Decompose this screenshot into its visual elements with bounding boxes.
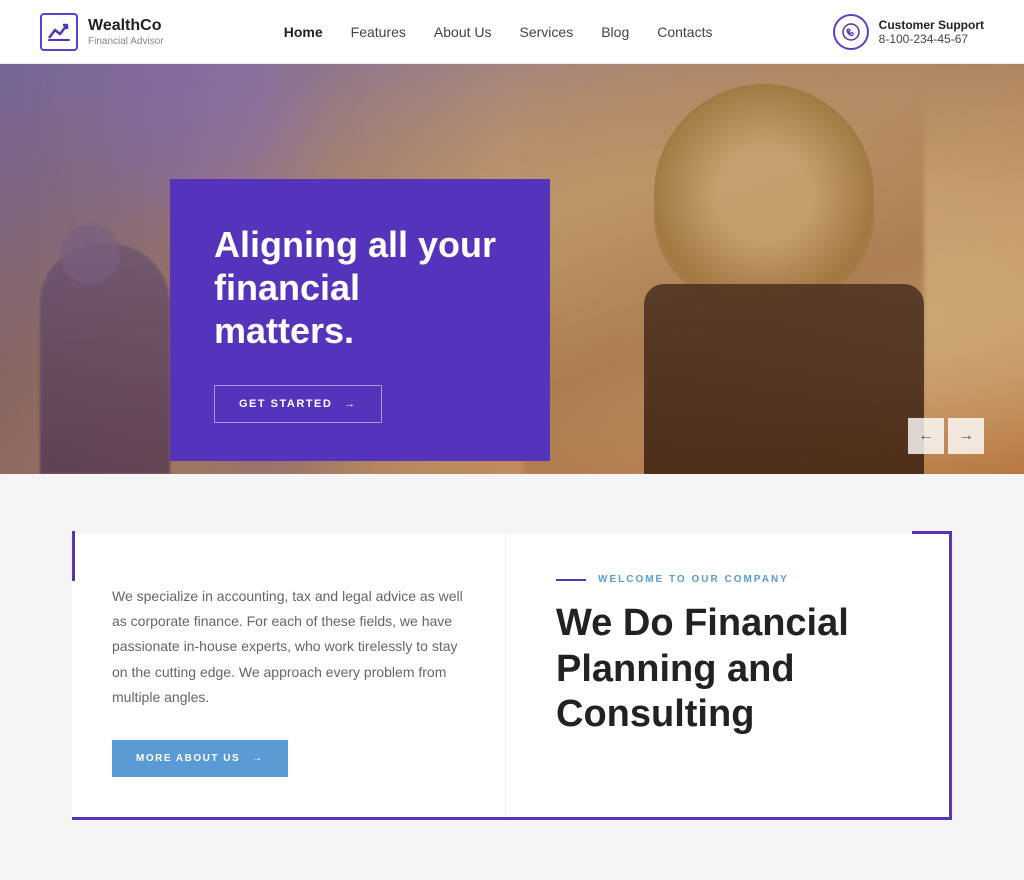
logo-icon — [40, 13, 78, 51]
nav-item-features[interactable]: Features — [351, 24, 406, 40]
hero-nav-buttons: ← → — [908, 418, 984, 454]
get-started-label: GET STARTED — [239, 398, 332, 410]
nav-item-blog[interactable]: Blog — [601, 24, 629, 40]
hero-card: Aligning all your financial matters. GET… — [170, 179, 550, 461]
hero-prev-button[interactable]: ← — [908, 418, 944, 454]
more-about-us-label: MORE ABOUT US — [136, 753, 240, 764]
phone-icon — [833, 14, 869, 50]
content-right: WELCOME TO OUR COMPANY We Do Financial P… — [506, 534, 949, 817]
main-nav: Home Features About Us Services Blog Con… — [284, 24, 713, 40]
brand-tagline: Financial Advisor — [88, 36, 164, 47]
face-right — [654, 84, 874, 304]
head-left — [60, 224, 120, 284]
body-right — [644, 284, 924, 474]
header: WealthCo Financial Advisor Home Features… — [0, 0, 1024, 64]
nav-item-contacts[interactable]: Contacts — [657, 24, 712, 40]
support-phone: 8-100-234-45-67 — [879, 32, 984, 46]
welcome-text: WELCOME TO OUR COMPANY — [598, 574, 789, 585]
get-started-button[interactable]: GET STARTED → — [214, 385, 382, 423]
welcome-label-area: WELCOME TO OUR COMPANY — [556, 574, 909, 585]
hero-title: Aligning all your financial matters. — [214, 223, 506, 353]
content-left: We specialize in accounting, tax and leg… — [72, 534, 506, 817]
section-title: We Do Financial Planning and Consulting — [556, 601, 909, 738]
brand-name: WealthCo — [88, 16, 164, 35]
arrow-icon: → — [252, 753, 264, 764]
logo-text: WealthCo Financial Advisor — [88, 16, 164, 46]
nav-item-about[interactable]: About Us — [434, 24, 492, 40]
hero-next-button[interactable]: → — [948, 418, 984, 454]
content-box: We specialize in accounting, tax and leg… — [72, 534, 952, 820]
support-label: Customer Support — [879, 18, 984, 32]
hero-section: Aligning all your financial matters. GET… — [0, 64, 1024, 474]
arrow-icon: → — [344, 398, 357, 410]
nav-item-services[interactable]: Services — [520, 24, 574, 40]
support-contact: Customer Support 8-100-234-45-67 — [879, 18, 984, 46]
logo-area: WealthCo Financial Advisor — [40, 13, 164, 51]
support-area: Customer Support 8-100-234-45-67 — [833, 14, 984, 50]
more-about-us-button[interactable]: MORE ABOUT US → — [112, 740, 288, 777]
intro-section: We specialize in accounting, tax and leg… — [0, 474, 1024, 880]
welcome-line — [556, 579, 586, 581]
intro-description: We specialize in accounting, tax and leg… — [112, 584, 465, 710]
nav-item-home[interactable]: Home — [284, 24, 323, 40]
